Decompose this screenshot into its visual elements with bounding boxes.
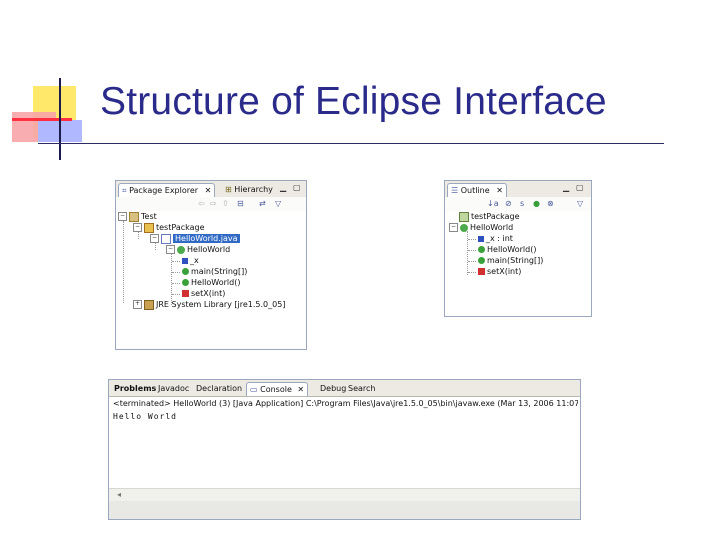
tab-label: Declaration <box>196 384 243 393</box>
console-tabbar: Problems Javadoc Declaration ▭ Console ✕… <box>109 380 580 397</box>
tab-label: Package Explorer <box>129 186 199 195</box>
collapse-toggle-icon[interactable]: − <box>118 212 127 221</box>
tab-search[interactable]: Search <box>345 382 378 395</box>
tab-label: Console <box>260 385 292 394</box>
tree-item[interactable]: − HelloWorld <box>449 222 513 233</box>
decoration-red-line <box>12 118 72 121</box>
package-icon <box>459 211 469 222</box>
tab-label: Hierarchy <box>234 185 273 194</box>
hide-local-types-icon[interactable]: ⊗ <box>547 199 554 208</box>
library-icon <box>144 299 154 310</box>
scroll-left-icon[interactable]: ◂ <box>117 490 121 499</box>
horizontal-scrollbar[interactable]: ◂ <box>109 488 580 501</box>
outline-icon: ☰ <box>451 186 459 195</box>
tab-label: Search <box>348 384 376 393</box>
console-panel: Problems Javadoc Declaration ▭ Console ✕… <box>108 379 581 520</box>
up-icon[interactable]: ⇧ <box>222 199 229 208</box>
tree-item[interactable]: main(String[]) <box>182 266 247 277</box>
package-explorer-toolbar: ⇦ ⇨ ⇧ ⊟ ⇄ ▽ <box>116 197 306 211</box>
private-method-icon <box>182 290 189 297</box>
decoration-vertical-line <box>59 78 61 160</box>
tree-item[interactable]: HelloWorld() <box>478 244 536 255</box>
maximize-icon[interactable]: ▢ <box>293 183 301 192</box>
console-header: <terminated> HelloWorld (3) [Java Applic… <box>113 399 578 408</box>
java-file-icon <box>161 233 171 244</box>
slide-title: Structure of Eclipse Interface <box>100 80 607 123</box>
tree-item[interactable]: − Test <box>118 211 157 222</box>
hide-nonpublic-icon[interactable]: ● <box>533 199 540 208</box>
close-icon[interactable]: ✕ <box>205 186 212 195</box>
constructor-icon <box>182 279 189 286</box>
tree-item-selected[interactable]: − HelloWorld.java <box>150 233 240 244</box>
tab-problems[interactable]: Problems <box>111 382 159 395</box>
tree-item[interactable]: − HelloWorld <box>166 244 230 255</box>
hide-fields-icon[interactable]: ⊘ <box>505 199 512 208</box>
outline-toolbar: ↓a ⊘ s ● ⊗ ▽ <box>445 197 591 211</box>
collapse-toggle-icon[interactable]: − <box>133 223 142 232</box>
tree-item[interactable]: setX(int) <box>478 266 521 277</box>
console-output[interactable]: Hello World <box>113 412 177 421</box>
private-method-icon <box>478 268 485 275</box>
console-bottom-area <box>109 501 580 519</box>
method-icon <box>478 257 485 264</box>
link-editor-icon[interactable]: ⇄ <box>259 199 266 208</box>
minimize-icon[interactable]: ▁ <box>280 183 286 192</box>
back-icon[interactable]: ⇦ <box>198 199 205 208</box>
view-menu-icon[interactable]: ▽ <box>275 199 281 208</box>
forward-icon[interactable]: ⇨ <box>210 199 217 208</box>
package-explorer-panel: ⌗ Package Explorer ✕ ⊞ Hierarchy ▁ ▢ ⇦ ⇨… <box>115 180 307 350</box>
package-icon <box>144 222 154 233</box>
tab-package-explorer[interactable]: ⌗ Package Explorer ✕ <box>118 183 216 197</box>
minimize-icon[interactable]: ▁ <box>563 183 569 192</box>
collapse-toggle-icon[interactable]: − <box>449 223 458 232</box>
tree-item[interactable]: + JRE System Library [jre1.5.0_05] <box>133 299 285 310</box>
tree-item[interactable]: setX(int) <box>182 288 225 299</box>
outline-tabbar: ☰ Outline ✕ ▁ ▢ <box>445 181 591 198</box>
tab-label: Outline <box>460 186 490 195</box>
class-icon <box>460 223 468 232</box>
close-icon[interactable]: ✕ <box>297 385 304 394</box>
project-icon <box>129 211 139 222</box>
tab-console[interactable]: ▭ Console ✕ <box>246 382 309 396</box>
method-icon <box>182 268 189 275</box>
class-icon <box>177 245 185 254</box>
tree-item[interactable]: _x : int <box>478 233 513 244</box>
tab-javadoc[interactable]: Javadoc <box>155 382 192 395</box>
package-explorer-icon: ⌗ <box>122 186 127 195</box>
close-icon[interactable]: ✕ <box>496 186 503 195</box>
tree-item[interactable]: main(String[]) <box>478 255 543 266</box>
field-icon <box>478 235 484 242</box>
tab-hierarchy[interactable]: ⊞ Hierarchy <box>222 183 276 196</box>
title-underline <box>38 143 664 144</box>
sort-icon[interactable]: ↓a <box>487 199 499 208</box>
tree-item[interactable]: _x <box>182 255 199 266</box>
tree-item[interactable]: − testPackage <box>133 222 205 233</box>
collapse-toggle-icon[interactable]: − <box>150 234 159 243</box>
hide-static-icon[interactable]: s <box>520 199 524 208</box>
tab-outline[interactable]: ☰ Outline ✕ <box>447 183 507 197</box>
outline-tree: testPackage − HelloWorld _x : int HelloWo… <box>445 211 591 316</box>
package-explorer-tree: − Test − testPackage − HelloWorld.java − Hel… <box>116 211 306 349</box>
outline-panel: ☰ Outline ✕ ▁ ▢ ↓a ⊘ s ● ⊗ ▽ testPackage… <box>444 180 592 317</box>
tab-label: Problems <box>114 384 157 393</box>
field-icon <box>182 257 188 264</box>
tree-item[interactable]: HelloWorld() <box>182 277 240 288</box>
maximize-icon[interactable]: ▢ <box>576 183 584 192</box>
view-menu-icon[interactable]: ▽ <box>577 199 583 208</box>
collapse-all-icon[interactable]: ⊟ <box>237 199 244 208</box>
tree-item[interactable]: testPackage <box>459 211 520 222</box>
constructor-icon <box>478 246 485 253</box>
tab-label: Debug <box>320 384 347 393</box>
console-icon: ▭ <box>250 385 258 394</box>
package-explorer-tabbar: ⌗ Package Explorer ✕ ⊞ Hierarchy ▁ ▢ <box>116 181 306 198</box>
expand-toggle-icon[interactable]: + <box>133 300 142 309</box>
collapse-toggle-icon[interactable]: − <box>166 245 175 254</box>
tab-label: Javadoc <box>158 384 190 393</box>
tab-declaration[interactable]: Declaration <box>193 382 245 395</box>
hierarchy-icon: ⊞ <box>225 185 232 194</box>
